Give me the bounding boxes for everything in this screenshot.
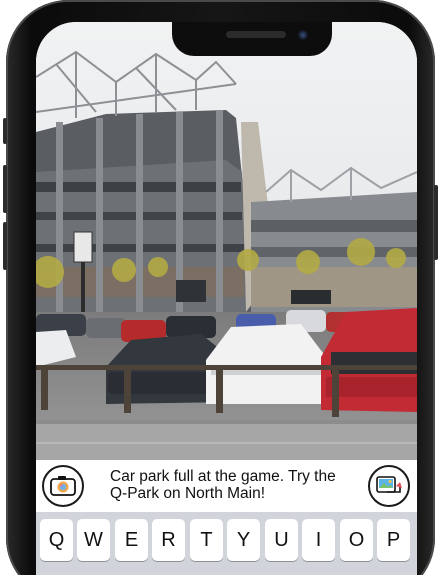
send-photo-icon — [376, 476, 402, 493]
message-text: Car park full at the game. Try the Q-Par… — [110, 468, 350, 502]
key-r[interactable]: R — [152, 519, 185, 561]
camera-button[interactable] — [42, 465, 84, 507]
key-i[interactable]: I — [302, 519, 335, 561]
key-q[interactable]: Q — [40, 519, 73, 561]
phone-screen: Car park full at the game. Try the Q-Par… — [36, 22, 417, 575]
mute-switch — [3, 118, 7, 144]
key-e[interactable]: E — [115, 519, 148, 561]
key-o[interactable]: O — [340, 519, 373, 561]
stadium-car-park-photo — [36, 22, 417, 460]
message-bar: Car park full at the game. Try the Q-Par… — [36, 460, 417, 512]
key-p[interactable]: P — [377, 519, 410, 561]
message-line-2: Q-Park on North Main! — [110, 485, 266, 502]
key-y[interactable]: Y — [227, 519, 260, 561]
phone-frame: Car park full at the game. Try the Q-Par… — [3, 0, 438, 575]
message-line-1: Car park full at the game. Try the — [110, 468, 336, 485]
notch — [172, 22, 332, 56]
send-photo-button[interactable] — [368, 465, 410, 507]
power-button — [434, 185, 438, 260]
key-w[interactable]: W — [77, 519, 110, 561]
key-u[interactable]: U — [265, 519, 298, 561]
camera-icon — [50, 476, 76, 496]
volume-down-button — [3, 222, 7, 270]
volume-up-button — [3, 165, 7, 213]
keyboard: Q W E R T Y U I O P — [36, 512, 417, 575]
front-camera-icon — [298, 30, 308, 40]
speaker-grille — [226, 31, 286, 38]
key-t[interactable]: T — [190, 519, 223, 561]
